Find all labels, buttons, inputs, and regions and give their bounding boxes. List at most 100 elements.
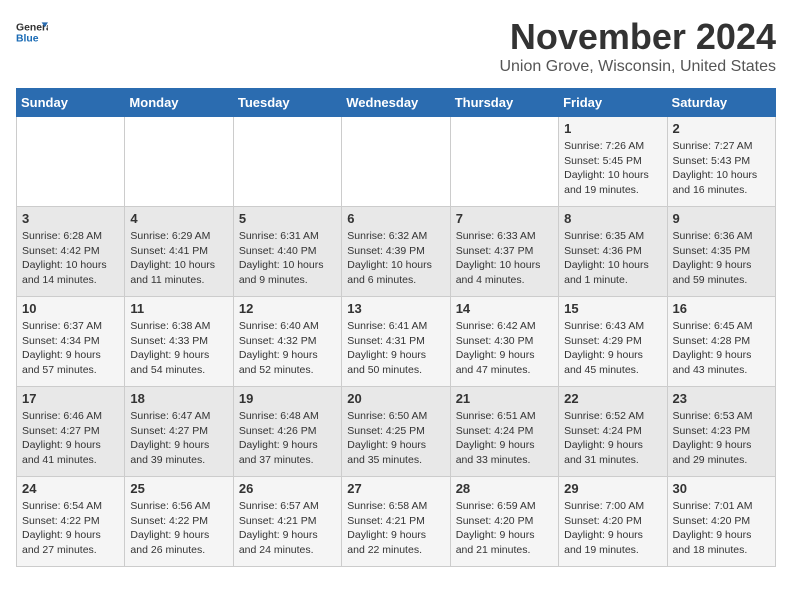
calendar-cell: 19 Sunrise: 6:48 AM Sunset: 4:26 PM Dayli… xyxy=(233,387,341,477)
day-number: 27 xyxy=(347,481,444,496)
header-thursday: Thursday xyxy=(450,89,558,117)
day-number: 28 xyxy=(456,481,553,496)
day-number: 26 xyxy=(239,481,336,496)
calendar-cell: 14 Sunrise: 6:42 AM Sunset: 4:30 PM Dayli… xyxy=(450,297,558,387)
day-number: 14 xyxy=(456,301,553,316)
day-number: 5 xyxy=(239,211,336,226)
day-number: 23 xyxy=(673,391,770,406)
calendar-cell: 9 Sunrise: 6:36 AM Sunset: 4:35 PM Daylig… xyxy=(667,207,775,297)
day-info: Sunrise: 6:29 AM Sunset: 4:41 PM Dayligh… xyxy=(130,229,227,288)
calendar-cell: 1 Sunrise: 7:26 AM Sunset: 5:45 PM Daylig… xyxy=(559,117,667,207)
day-info: Sunrise: 6:50 AM Sunset: 4:25 PM Dayligh… xyxy=(347,409,444,468)
header-saturday: Saturday xyxy=(667,89,775,117)
logo-icon: General Blue xyxy=(16,16,48,48)
day-number: 16 xyxy=(673,301,770,316)
header-tuesday: Tuesday xyxy=(233,89,341,117)
day-number: 6 xyxy=(347,211,444,226)
day-number: 25 xyxy=(130,481,227,496)
day-number: 8 xyxy=(564,211,661,226)
day-number: 15 xyxy=(564,301,661,316)
day-number: 7 xyxy=(456,211,553,226)
day-info: Sunrise: 6:41 AM Sunset: 4:31 PM Dayligh… xyxy=(347,319,444,378)
calendar-cell: 10Sunrise: 6:37 AM Sunset: 4:34 PM Dayli… xyxy=(17,297,125,387)
day-info: Sunrise: 7:00 AM Sunset: 4:20 PM Dayligh… xyxy=(564,499,661,558)
calendar-cell: 21 Sunrise: 6:51 AM Sunset: 4:24 PM Dayli… xyxy=(450,387,558,477)
title-area: November 2024 Union Grove, Wisconsin, Un… xyxy=(499,16,776,76)
day-info: Sunrise: 6:57 AM Sunset: 4:21 PM Dayligh… xyxy=(239,499,336,558)
calendar-cell: 15 Sunrise: 6:43 AM Sunset: 4:29 PM Dayli… xyxy=(559,297,667,387)
day-info: Sunrise: 6:45 AM Sunset: 4:28 PM Dayligh… xyxy=(673,319,770,378)
calendar-week-row: 24 Sunrise: 6:54 AM Sunset: 4:22 PM Dayli… xyxy=(17,477,776,567)
calendar-cell: 23 Sunrise: 6:53 AM Sunset: 4:23 PM Dayli… xyxy=(667,387,775,477)
calendar-week-row: 1 Sunrise: 7:26 AM Sunset: 5:45 PM Daylig… xyxy=(17,117,776,207)
day-number: 13 xyxy=(347,301,444,316)
header-monday: Monday xyxy=(125,89,233,117)
calendar-cell: 24 Sunrise: 6:54 AM Sunset: 4:22 PM Dayli… xyxy=(17,477,125,567)
calendar-cell xyxy=(125,117,233,207)
day-info: Sunrise: 6:40 AM Sunset: 4:32 PM Dayligh… xyxy=(239,319,336,378)
calendar-cell: 16 Sunrise: 6:45 AM Sunset: 4:28 PM Dayli… xyxy=(667,297,775,387)
page-subtitle: Union Grove, Wisconsin, United States xyxy=(499,58,776,76)
calendar-cell: 20 Sunrise: 6:50 AM Sunset: 4:25 PM Dayli… xyxy=(342,387,450,477)
calendar-cell: 4Sunrise: 6:29 AM Sunset: 4:41 PM Daylig… xyxy=(125,207,233,297)
day-info: Sunrise: 6:33 AM Sunset: 4:37 PM Dayligh… xyxy=(456,229,553,288)
day-info: Sunrise: 6:54 AM Sunset: 4:22 PM Dayligh… xyxy=(22,499,119,558)
day-info: Sunrise: 6:53 AM Sunset: 4:23 PM Dayligh… xyxy=(673,409,770,468)
calendar-cell: 2 Sunrise: 7:27 AM Sunset: 5:43 PM Daylig… xyxy=(667,117,775,207)
day-info: Sunrise: 6:46 AM Sunset: 4:27 PM Dayligh… xyxy=(22,409,119,468)
logo: General Blue xyxy=(16,16,48,48)
calendar-cell: 3Sunrise: 6:28 AM Sunset: 4:42 PM Daylig… xyxy=(17,207,125,297)
day-info: Sunrise: 6:48 AM Sunset: 4:26 PM Dayligh… xyxy=(239,409,336,468)
day-number: 30 xyxy=(673,481,770,496)
day-number: 17 xyxy=(22,391,119,406)
day-number: 19 xyxy=(239,391,336,406)
calendar-week-row: 10Sunrise: 6:37 AM Sunset: 4:34 PM Dayli… xyxy=(17,297,776,387)
day-number: 3 xyxy=(22,211,119,226)
day-info: Sunrise: 6:51 AM Sunset: 4:24 PM Dayligh… xyxy=(456,409,553,468)
day-number: 2 xyxy=(673,121,770,136)
day-number: 1 xyxy=(564,121,661,136)
day-number: 9 xyxy=(673,211,770,226)
day-info: Sunrise: 6:36 AM Sunset: 4:35 PM Dayligh… xyxy=(673,229,770,288)
day-number: 29 xyxy=(564,481,661,496)
day-number: 24 xyxy=(22,481,119,496)
page-header: General Blue November 2024 Union Grove, … xyxy=(16,16,776,76)
header-friday: Friday xyxy=(559,89,667,117)
calendar-header-row: SundayMondayTuesdayWednesdayThursdayFrid… xyxy=(17,89,776,117)
calendar-cell xyxy=(342,117,450,207)
day-info: Sunrise: 6:56 AM Sunset: 4:22 PM Dayligh… xyxy=(130,499,227,558)
calendar-cell xyxy=(233,117,341,207)
day-info: Sunrise: 7:01 AM Sunset: 4:20 PM Dayligh… xyxy=(673,499,770,558)
calendar-cell: 28 Sunrise: 6:59 AM Sunset: 4:20 PM Dayli… xyxy=(450,477,558,567)
calendar-cell xyxy=(450,117,558,207)
day-info: Sunrise: 6:43 AM Sunset: 4:29 PM Dayligh… xyxy=(564,319,661,378)
day-info: Sunrise: 6:59 AM Sunset: 4:20 PM Dayligh… xyxy=(456,499,553,558)
day-info: Sunrise: 6:32 AM Sunset: 4:39 PM Dayligh… xyxy=(347,229,444,288)
header-sunday: Sunday xyxy=(17,89,125,117)
day-info: Sunrise: 6:52 AM Sunset: 4:24 PM Dayligh… xyxy=(564,409,661,468)
calendar-cell: 26 Sunrise: 6:57 AM Sunset: 4:21 PM Dayli… xyxy=(233,477,341,567)
calendar-cell: 18Sunrise: 6:47 AM Sunset: 4:27 PM Dayli… xyxy=(125,387,233,477)
calendar-cell: 27 Sunrise: 6:58 AM Sunset: 4:21 PM Dayli… xyxy=(342,477,450,567)
calendar-cell: 13 Sunrise: 6:41 AM Sunset: 4:31 PM Dayli… xyxy=(342,297,450,387)
calendar-week-row: 17 Sunrise: 6:46 AM Sunset: 4:27 PM Dayli… xyxy=(17,387,776,477)
day-number: 12 xyxy=(239,301,336,316)
day-info: Sunrise: 7:26 AM Sunset: 5:45 PM Dayligh… xyxy=(564,139,661,198)
page-title: November 2024 xyxy=(499,16,776,58)
calendar-cell xyxy=(17,117,125,207)
day-info: Sunrise: 6:35 AM Sunset: 4:36 PM Dayligh… xyxy=(564,229,661,288)
calendar-cell: 5 Sunrise: 6:31 AM Sunset: 4:40 PM Daylig… xyxy=(233,207,341,297)
day-info: Sunrise: 6:31 AM Sunset: 4:40 PM Dayligh… xyxy=(239,229,336,288)
day-number: 20 xyxy=(347,391,444,406)
day-info: Sunrise: 6:38 AM Sunset: 4:33 PM Dayligh… xyxy=(130,319,227,378)
day-info: Sunrise: 6:42 AM Sunset: 4:30 PM Dayligh… xyxy=(456,319,553,378)
day-number: 10 xyxy=(22,301,119,316)
day-info: Sunrise: 6:58 AM Sunset: 4:21 PM Dayligh… xyxy=(347,499,444,558)
day-info: Sunrise: 6:47 AM Sunset: 4:27 PM Dayligh… xyxy=(130,409,227,468)
day-number: 22 xyxy=(564,391,661,406)
calendar-cell: 29 Sunrise: 7:00 AM Sunset: 4:20 PM Dayli… xyxy=(559,477,667,567)
day-info: Sunrise: 7:27 AM Sunset: 5:43 PM Dayligh… xyxy=(673,139,770,198)
svg-text:Blue: Blue xyxy=(16,34,39,45)
day-number: 21 xyxy=(456,391,553,406)
calendar-cell: 25 Sunrise: 6:56 AM Sunset: 4:22 PM Dayli… xyxy=(125,477,233,567)
